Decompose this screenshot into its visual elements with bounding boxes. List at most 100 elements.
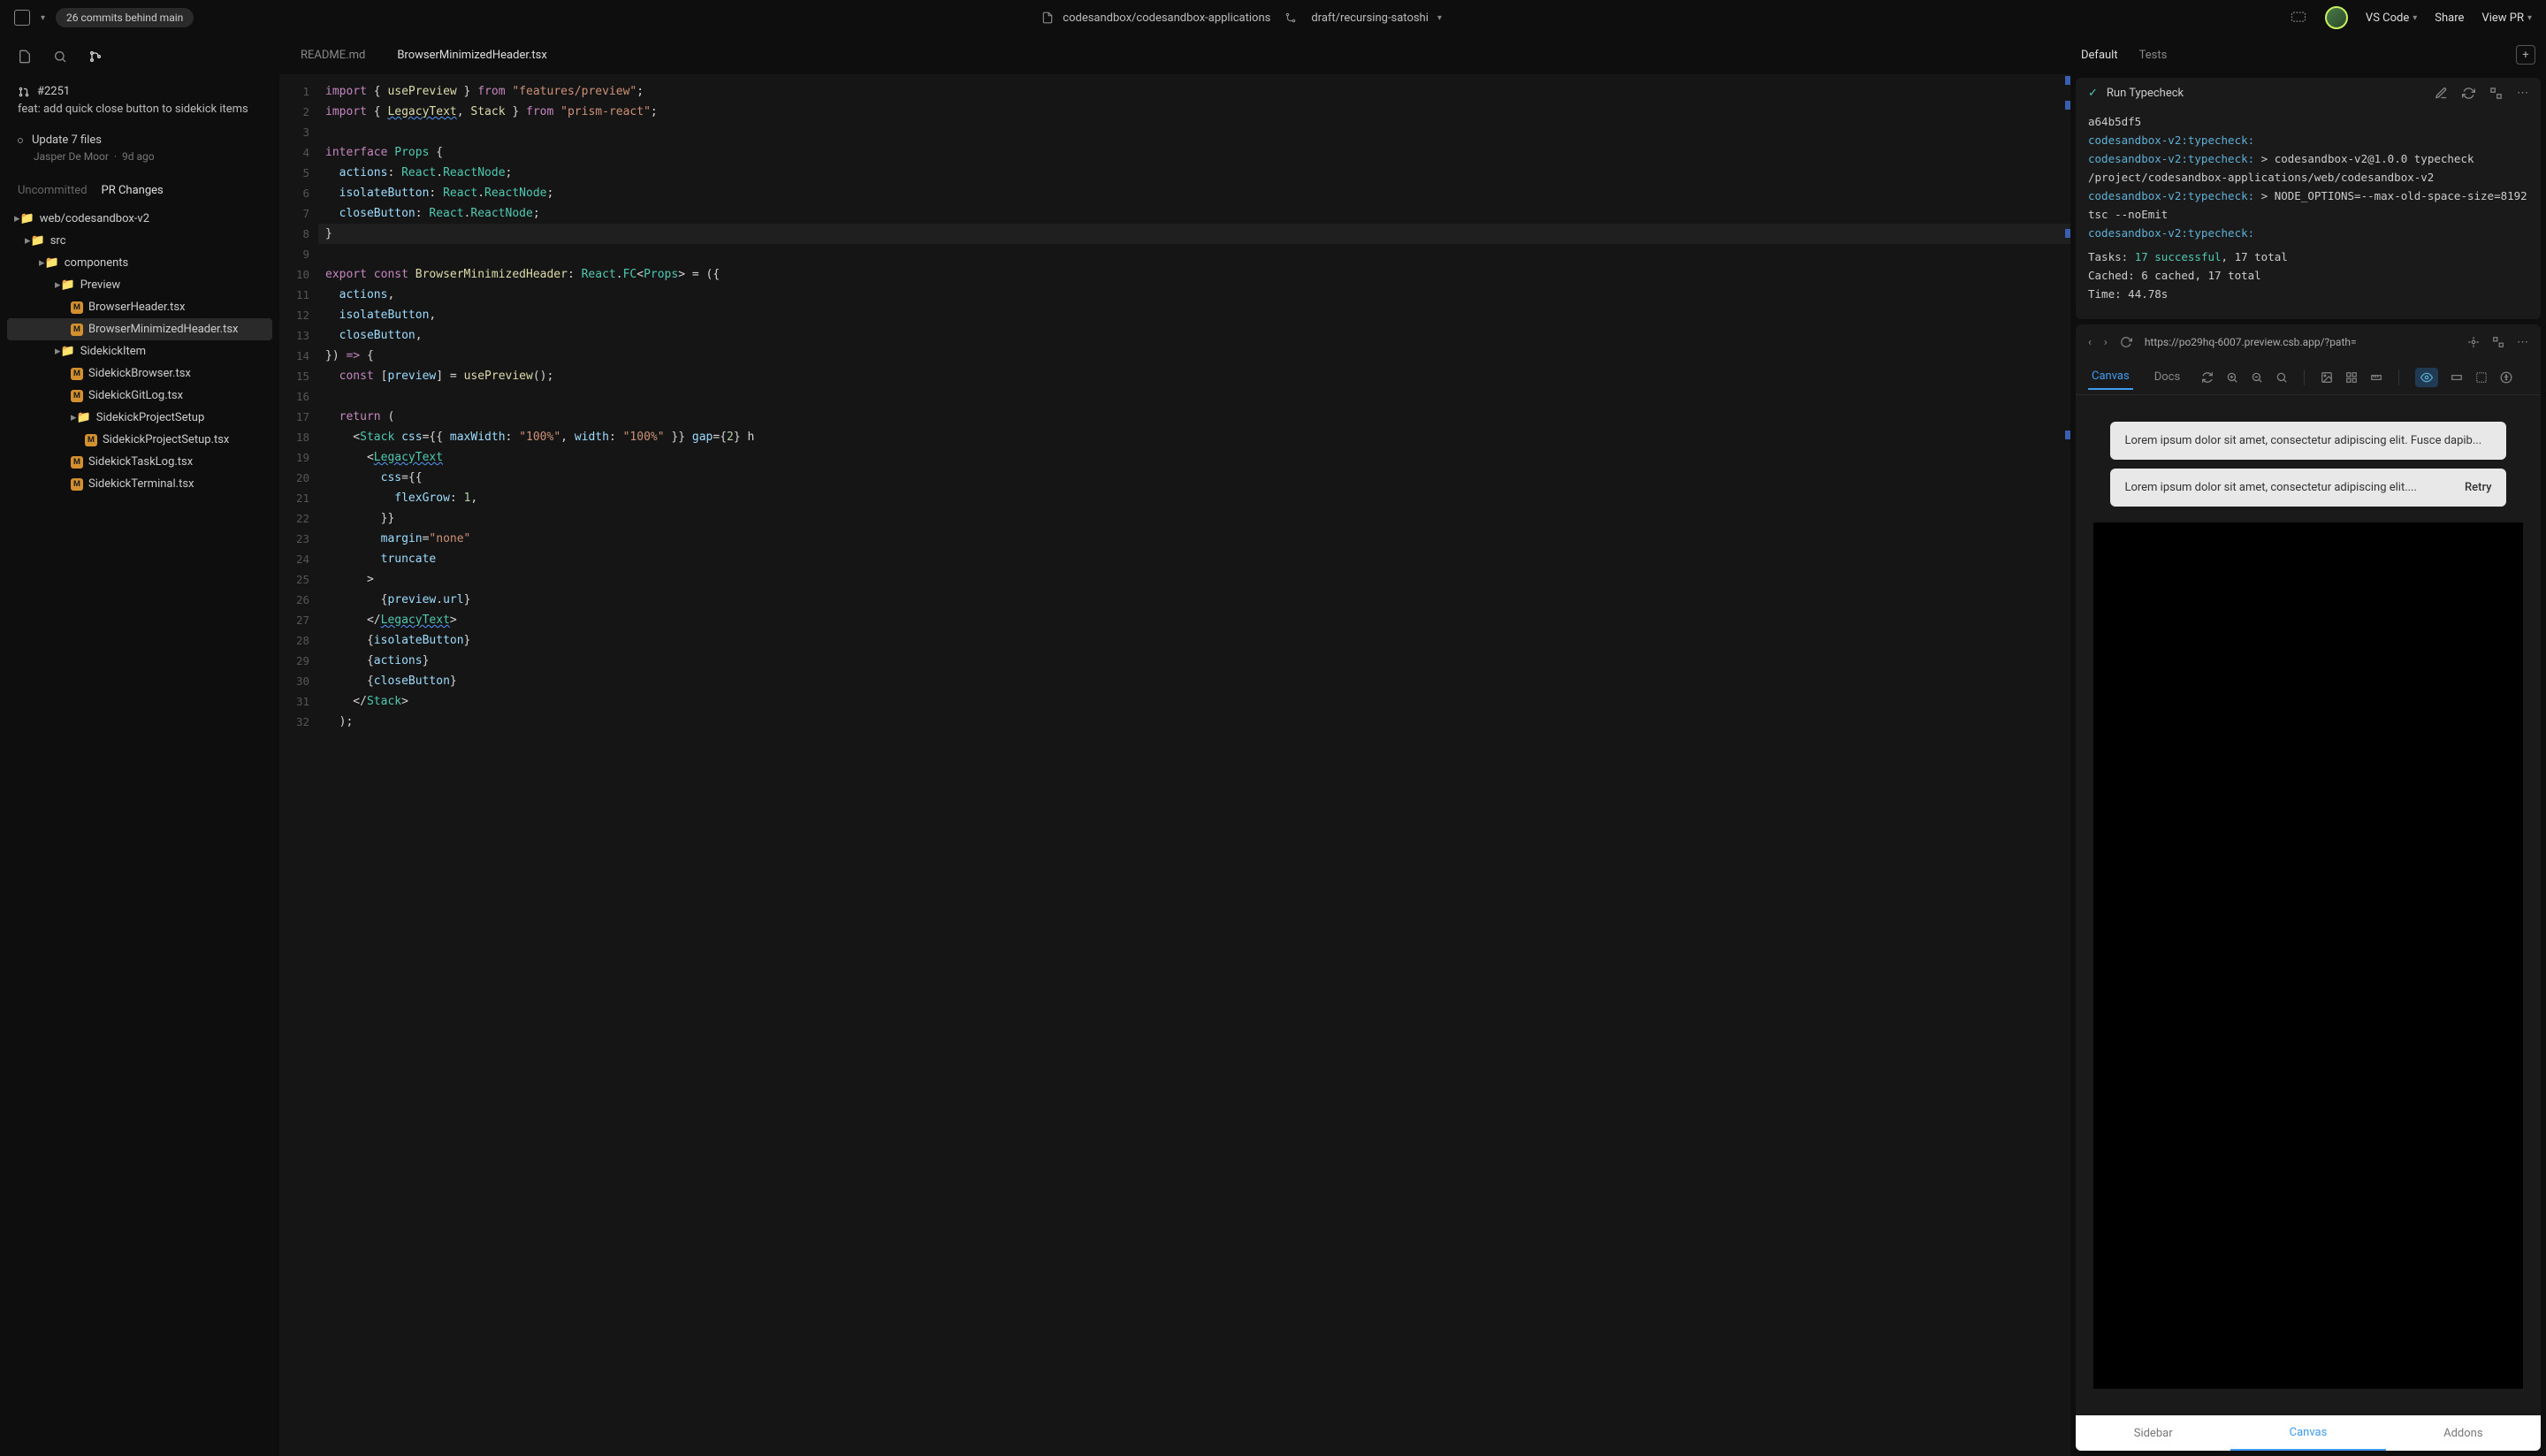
search-icon[interactable] — [53, 50, 67, 64]
share-button[interactable]: Share — [2435, 11, 2464, 25]
preview-canvas: Lorem ipsum dolor sit amet, consectetur … — [2076, 395, 2541, 1415]
display-icon[interactable] — [2290, 9, 2307, 27]
more-icon[interactable]: ⋯ — [2517, 87, 2528, 100]
image-icon[interactable] — [2321, 371, 2333, 384]
modified-badge-icon: M — [71, 456, 83, 469]
box-icon[interactable] — [2451, 371, 2463, 384]
tree-file[interactable]: MSidekickTaskLog.tsx — [7, 451, 272, 473]
pr-icon — [18, 86, 30, 98]
popout-icon[interactable] — [2489, 87, 2503, 100]
modified-badge-icon: M — [85, 434, 97, 446]
folder-icon: ▸📁 — [55, 345, 75, 358]
vscode-button[interactable]: VS Code▾ — [2366, 11, 2417, 25]
tree-folder[interactable]: ▸📁web/codesandbox-v2 — [7, 208, 272, 230]
check-icon: ✓ — [2088, 87, 2098, 100]
task-panel: ✓ Run Typecheck ⋯ a64b5df5 codesandbox-v… — [2076, 78, 2541, 319]
zoom-in-icon[interactable] — [2226, 371, 2238, 384]
tree-file[interactable]: MSidekickProjectSetup.tsx — [7, 429, 272, 451]
preview-tab-canvas[interactable]: Canvas — [2088, 364, 2133, 390]
sidebar: #2251 feat: add quick close button to si… — [0, 35, 279, 1456]
commit-title[interactable]: Update 7 files — [32, 133, 102, 147]
toast-message: Lorem ipsum dolor sit amet, consectetur … — [2124, 481, 2451, 494]
tree-folder[interactable]: ▸📁src — [7, 230, 272, 252]
modified-badge-icon: M — [71, 368, 83, 380]
preview-content — [2093, 522, 2523, 1389]
popout-icon[interactable] — [2492, 336, 2504, 348]
tree-file[interactable]: MBrowserMinimizedHeader.tsx — [7, 318, 272, 340]
task-name: Run Typecheck — [2107, 87, 2184, 100]
nav-forward-icon[interactable]: › — [2104, 336, 2108, 349]
file-icon — [1041, 11, 1054, 24]
devtools-tab-default[interactable]: Default — [2081, 49, 2118, 62]
tab-pr-changes[interactable]: PR Changes — [102, 184, 164, 197]
folder-icon: ▸📁 — [14, 212, 34, 225]
repo-name: codesandbox/codesandbox-applications — [1063, 11, 1270, 25]
sync-icon[interactable] — [2201, 371, 2214, 384]
nav-back-icon[interactable]: ‹ — [2088, 336, 2092, 349]
breadcrumb[interactable]: codesandbox/codesandbox-applications dra… — [204, 11, 2279, 25]
editor: README.md BrowserMinimizedHeader.tsx 123… — [279, 35, 2070, 1456]
pr-description: feat: add quick close button to sidekick… — [18, 102, 262, 118]
commit-dot-icon — [18, 138, 23, 143]
add-devtool-button[interactable]: + — [2516, 45, 2535, 65]
folder-icon: ▸📁 — [39, 256, 59, 270]
bottom-tab-addons[interactable]: Addons — [2386, 1415, 2541, 1451]
file-tree: ▸📁web/codesandbox-v2 ▸📁src ▸📁components … — [0, 204, 279, 499]
nav-reload-icon[interactable] — [2120, 336, 2132, 348]
folder-icon: ▸📁 — [55, 278, 75, 292]
git-icon[interactable] — [88, 50, 103, 64]
tree-file[interactable]: MSidekickGitLog.tsx — [7, 385, 272, 407]
bottom-tab-canvas[interactable]: Canvas — [2230, 1415, 2385, 1451]
tab-uncommitted[interactable]: Uncommitted — [18, 184, 88, 197]
terminal-output[interactable]: a64b5df5 codesandbox-v2:typecheck: codes… — [2076, 109, 2541, 319]
editor-tab[interactable]: README.md — [286, 40, 379, 71]
menu-square-icon[interactable] — [14, 10, 30, 26]
branch-icon — [1284, 11, 1297, 24]
topbar: ▾ 26 commits behind main codesandbox/cod… — [0, 0, 2546, 35]
toast-message: Lorem ipsum dolor sit amet, consectetur … — [2124, 434, 2491, 447]
bottom-tab-sidebar[interactable]: Sidebar — [2076, 1415, 2230, 1451]
tree-folder[interactable]: ▸📁Preview — [7, 274, 272, 296]
preview-url[interactable]: https://po29hq-6007.preview.csb.app/?pat… — [2145, 336, 2455, 348]
chevron-down-icon[interactable]: ▾ — [41, 13, 45, 23]
tree-folder[interactable]: ▸📁SidekickItem — [7, 340, 272, 362]
grid-icon[interactable] — [2345, 371, 2358, 384]
scrollbar[interactable] — [2063, 74, 2070, 1456]
preview-panel: ‹ › https://po29hq-6007.preview.csb.app/… — [2076, 324, 2541, 1451]
avatar[interactable] — [2325, 6, 2348, 29]
zoom-reset-icon[interactable] — [2275, 371, 2288, 384]
tree-file[interactable]: MSidekickBrowser.tsx — [7, 362, 272, 385]
modified-badge-icon: M — [71, 478, 83, 491]
branch-name: draft/recursing-satoshi — [1311, 11, 1429, 25]
edit-icon[interactable] — [2435, 87, 2448, 100]
eye-icon[interactable] — [2415, 368, 2438, 387]
folder-icon: ▸📁 — [71, 411, 91, 424]
pr-hash[interactable]: #2251 — [37, 85, 70, 98]
code-body[interactable]: import { usePreview } from "features/pre… — [318, 74, 2070, 1456]
view-pr-button[interactable]: View PR▾ — [2481, 11, 2532, 25]
code-editor[interactable]: 1234567891011121314151617181920212223242… — [279, 74, 2070, 1456]
preview-tab-docs[interactable]: Docs — [2151, 365, 2184, 389]
branch-chevron-icon[interactable]: ▾ — [1437, 13, 1442, 23]
refresh-icon[interactable] — [2462, 87, 2475, 100]
tree-folder[interactable]: ▸📁SidekickProjectSetup — [7, 407, 272, 429]
editor-tab[interactable]: BrowserMinimizedHeader.tsx — [383, 40, 560, 71]
tree-file[interactable]: MSidekickTerminal.tsx — [7, 473, 272, 495]
commits-behind-pill[interactable]: 26 commits behind main — [56, 8, 194, 27]
accessibility-icon[interactable] — [2500, 371, 2512, 384]
file-nav-icon[interactable] — [18, 50, 32, 64]
zoom-out-icon[interactable] — [2251, 371, 2263, 384]
retry-button[interactable]: Retry — [2465, 481, 2492, 494]
modified-badge-icon: M — [71, 324, 83, 336]
tree-file[interactable]: MBrowserHeader.tsx — [7, 296, 272, 318]
modified-badge-icon: M — [71, 390, 83, 402]
tree-folder[interactable]: ▸📁components — [7, 252, 272, 274]
ruler-icon[interactable] — [2370, 371, 2382, 384]
expand-icon[interactable] — [2475, 371, 2488, 384]
target-icon[interactable] — [2467, 336, 2480, 348]
toast: Lorem ipsum dolor sit amet, consectetur … — [2110, 422, 2505, 460]
line-gutter: 1234567891011121314151617181920212223242… — [279, 74, 318, 1456]
devtools-tab-tests[interactable]: Tests — [2139, 49, 2168, 62]
more-icon[interactable]: ⋯ — [2517, 336, 2528, 349]
toast: Lorem ipsum dolor sit amet, consectetur … — [2110, 469, 2505, 507]
